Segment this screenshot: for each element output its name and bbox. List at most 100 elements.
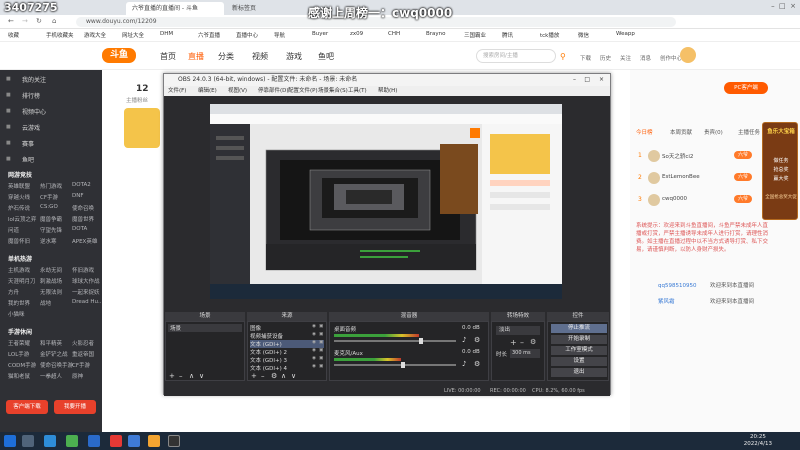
volume-slider-handle[interactable] <box>401 362 405 368</box>
sidebar-game-link[interactable]: 炉石传说 <box>8 204 30 212</box>
volume-slider-track[interactable] <box>334 364 456 366</box>
search-taskbar-icon[interactable] <box>22 435 34 447</box>
sidebar-game-link[interactable]: 怀旧游戏 <box>72 266 94 274</box>
source-toolbar-icon[interactable]: ⚙ <box>271 372 277 380</box>
sidebar-game-link[interactable]: 小猫咪 <box>8 310 25 318</box>
chat-user[interactable]: qq598510950 <box>658 282 718 290</box>
lock-icon[interactable]: ▣ <box>319 348 323 353</box>
right-panel-tab[interactable]: 本周贡献 <box>670 128 692 136</box>
scene-toolbar-icon[interactable]: ∨ <box>199 372 204 380</box>
sidebar-item[interactable]: 鱼吧 <box>22 155 34 164</box>
source-toolbar-icon[interactable]: – <box>261 372 265 380</box>
sidebar-game-link[interactable]: 我的世界 <box>8 299 30 307</box>
sidebar-game-link[interactable]: 逆水寒 <box>40 237 57 245</box>
control-button[interactable]: 工作室模式 <box>551 346 607 355</box>
top-right-link[interactable]: 消息 <box>640 54 651 62</box>
sidebar-game-link[interactable]: 使命召唤 <box>72 204 94 212</box>
bookmark-item[interactable]: 收藏 <box>8 31 19 39</box>
sidebar-game-link[interactable]: 原神 <box>72 372 83 380</box>
transition-select[interactable]: 淡出 <box>496 326 540 335</box>
top-right-link[interactable]: 下载 <box>580 54 591 62</box>
sidebar-game-link[interactable]: 球球大作战 <box>72 277 100 285</box>
obs-menu-item[interactable]: 场景集合(S) <box>318 86 348 96</box>
bookmark-item[interactable]: 导航 <box>274 31 285 39</box>
bookmark-item[interactable]: Brayno <box>426 31 446 37</box>
sidebar-item[interactable]: 云游戏 <box>22 123 40 132</box>
scene-toolbar-icon[interactable]: – <box>179 372 183 380</box>
top-right-link[interactable]: 历史 <box>600 54 611 62</box>
sidebar-item[interactable]: 我的关注 <box>22 75 46 84</box>
sidebar-game-link[interactable]: LOL手游 <box>8 350 29 358</box>
control-button[interactable]: 退出 <box>551 368 607 377</box>
sidebar-game-link[interactable]: 猫和老鼠 <box>8 372 30 380</box>
bookmark-item[interactable]: 腾讯 <box>502 31 513 39</box>
sidebar-game-link[interactable]: 重返帝国 <box>72 350 94 358</box>
sidebar-item[interactable]: 视频中心 <box>22 107 46 116</box>
visibility-eye-icon[interactable]: ◉ <box>312 356 316 361</box>
obs-menu-item[interactable]: 编辑(E) <box>198 86 217 96</box>
sidebar-item[interactable]: 排行榜 <box>22 91 40 100</box>
visibility-eye-icon[interactable]: ◉ <box>312 364 316 369</box>
rank-avatar[interactable] <box>648 194 660 206</box>
sidebar-game-link[interactable]: 无限法则 <box>40 288 62 296</box>
sidebar-game-link[interactable]: lol云顶之弈 <box>8 215 36 223</box>
lock-icon[interactable]: ▣ <box>319 324 323 329</box>
bookmark-item[interactable]: zx09 <box>350 31 363 37</box>
app-icon[interactable] <box>148 435 160 447</box>
top-right-link[interactable]: 关注 <box>620 54 631 62</box>
scene-toolbar-icon[interactable]: + <box>169 372 175 380</box>
control-button[interactable]: 开始录制 <box>551 335 607 344</box>
rank-name[interactable]: cwq0000 <box>662 196 687 202</box>
obs-menu-item[interactable]: 帮助(H) <box>378 86 397 96</box>
bookmark-item[interactable]: CHH <box>388 31 400 37</box>
sidebar-item[interactable]: 赛事 <box>22 139 34 148</box>
home-icon[interactable]: ⌂ <box>52 17 56 25</box>
sidebar-game-link[interactable]: 和平精英 <box>40 339 62 347</box>
sidebar-game-link[interactable]: 火影忍者 <box>72 339 94 347</box>
chat-user[interactable]: 紫风霜 <box>658 298 718 306</box>
sidebar-game-link[interactable]: 问道 <box>8 226 19 234</box>
sidebar-game-link[interactable]: 刺激战场 <box>40 277 62 285</box>
sidebar-game-link[interactable]: 战地 <box>40 299 51 307</box>
lock-icon[interactable]: ▣ <box>319 364 323 369</box>
lucky-box-ad[interactable]: 鱼乐大宝箱 做任务 抢总奖 赢大奖 全国抢总奖大促 <box>762 122 798 220</box>
source-toolbar-icon[interactable]: ∨ <box>291 372 296 380</box>
sidebar-game-link[interactable]: DOTA2 <box>72 182 91 188</box>
maximize-icon[interactable]: □ <box>779 2 786 10</box>
forward-icon[interactable]: → <box>22 17 28 25</box>
bookmark-item[interactable]: 游戏大全 <box>84 31 106 39</box>
source-toolbar-icon[interactable]: + <box>251 372 257 380</box>
nav-video[interactable]: 视频 <box>252 51 268 62</box>
start-icon[interactable] <box>4 435 16 447</box>
obs-menu-item[interactable]: 视图(V) <box>228 86 247 96</box>
obs-maximize-icon[interactable]: □ <box>584 74 590 86</box>
remove-transition-icon[interactable]: – <box>520 338 524 347</box>
douyu-logo[interactable]: 斗鱼 <box>102 48 136 63</box>
transition-gear-icon[interactable]: ⚙ <box>530 338 536 346</box>
add-transition-icon[interactable]: + <box>510 338 517 347</box>
nav-home[interactable]: 首页 <box>160 51 176 62</box>
right-panel-tab[interactable]: 今日榜 <box>636 128 653 136</box>
close-icon[interactable]: × <box>790 2 796 10</box>
volume-slider-handle[interactable] <box>419 338 423 344</box>
search-icon[interactable]: ⚲ <box>560 52 566 61</box>
user-avatar[interactable] <box>680 47 696 63</box>
sidebar-game-link[interactable]: CF手游 <box>72 361 90 369</box>
file-explorer-icon[interactable] <box>44 435 56 447</box>
mixer-gear-icon[interactable]: ⚙ <box>474 336 480 344</box>
sidebar-game-link[interactable]: APEX英雄 <box>72 237 97 245</box>
speaker-icon[interactable]: ♪ <box>462 336 466 344</box>
sidebar-game-link[interactable]: Dread Hu.. <box>72 299 102 305</box>
lock-icon[interactable]: ▣ <box>319 332 323 337</box>
obs-minimize-icon[interactable]: – <box>573 74 576 86</box>
sidebar-game-link[interactable]: 主机游戏 <box>8 266 30 274</box>
bookmark-item[interactable]: DHM <box>160 31 173 37</box>
speaker-icon[interactable]: ♪ <box>462 360 466 368</box>
sidebar-game-link[interactable]: 方舟 <box>8 288 19 296</box>
obs-menu-item[interactable]: 工具(T) <box>348 86 367 96</box>
control-button[interactable]: 停止推流 <box>551 324 607 333</box>
sidebar-game-link[interactable]: DNF <box>72 193 84 199</box>
sidebar-game-link[interactable]: 魔兽世界 <box>72 215 94 223</box>
browser-tab-active[interactable]: 六爷直播的直播间 - 斗鱼 <box>126 2 224 15</box>
app-icon[interactable] <box>128 435 140 447</box>
